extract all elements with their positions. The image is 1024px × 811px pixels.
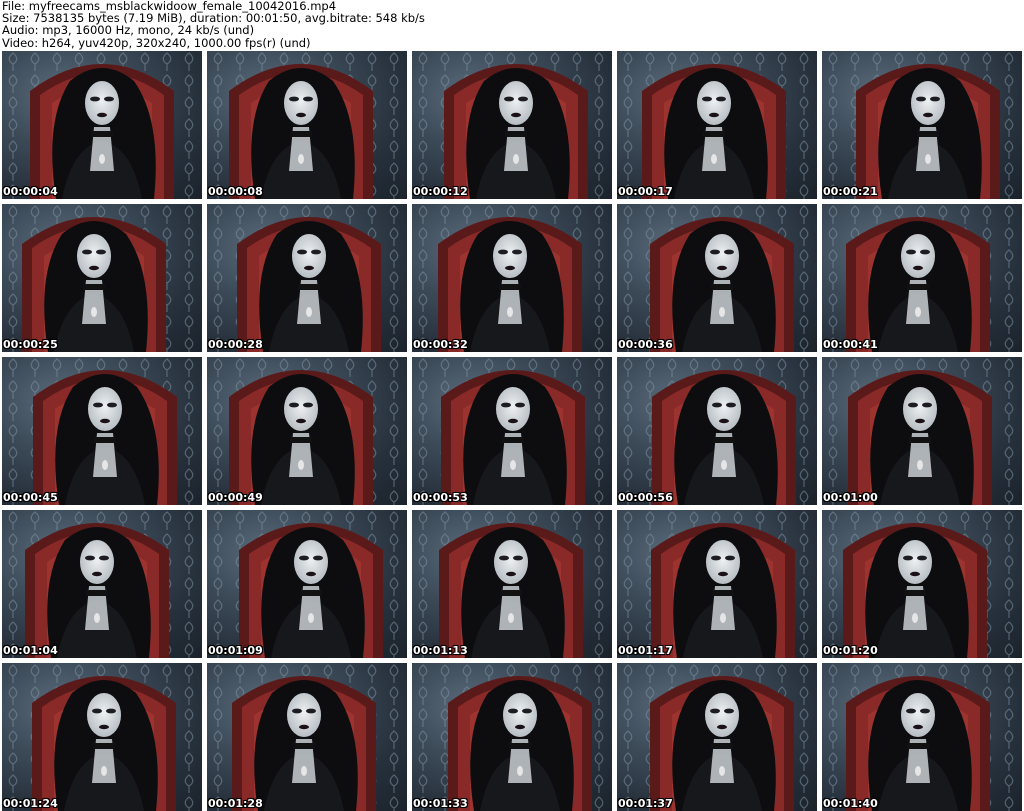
thumbnail-timestamp: 00:01:33 bbox=[413, 797, 468, 810]
thumbnail-frame-image bbox=[822, 51, 1022, 199]
video-thumbnail: 00:01:24 bbox=[2, 663, 202, 811]
video-thumbnail: 00:01:33 bbox=[412, 663, 612, 811]
thumbnail-timestamp: 00:01:13 bbox=[413, 644, 468, 657]
thumbnail-frame-image bbox=[207, 510, 407, 658]
thumbnail-timestamp: 00:00:21 bbox=[823, 185, 878, 198]
thumbnail-timestamp: 00:01:09 bbox=[208, 644, 263, 657]
thumbnail-timestamp: 00:01:20 bbox=[823, 644, 878, 657]
thumbnail-timestamp: 00:01:24 bbox=[3, 797, 58, 810]
thumbnail-frame-image bbox=[822, 663, 1022, 811]
video-thumbnail: 00:01:17 bbox=[617, 510, 817, 658]
thumbnail-timestamp: 00:00:45 bbox=[3, 491, 58, 504]
thumbnail-grid: 00:00:04 00:00:08 00:00:12 00:00:17 00:00:21… bbox=[2, 51, 1022, 811]
thumbnail-frame-image bbox=[412, 204, 612, 352]
video-thumbnail: 00:00:04 bbox=[2, 51, 202, 199]
thumbnail-frame-image bbox=[412, 663, 612, 811]
video-info-line: Video: h264, yuv420p, 320x240, 1000.00 f… bbox=[2, 35, 311, 50]
thumbnail-frame-image bbox=[2, 357, 202, 505]
video-thumbnail: 00:00:17 bbox=[617, 51, 817, 199]
video-thumbnail: 00:01:09 bbox=[207, 510, 407, 658]
thumbnail-frame-image bbox=[822, 510, 1022, 658]
audio-info-line: Audio: mp3, 16000 Hz, mono, 24 kb/s (und… bbox=[2, 23, 255, 38]
video-thumbnail: 00:00:53 bbox=[412, 357, 612, 505]
video-thumbnail: 00:00:28 bbox=[207, 204, 407, 352]
thumbnail-timestamp: 00:00:41 bbox=[823, 338, 878, 351]
thumbnail-timestamp: 00:00:36 bbox=[618, 338, 673, 351]
video-thumbnail: 00:01:00 bbox=[822, 357, 1022, 505]
thumbnail-frame-image bbox=[617, 663, 817, 811]
video-thumbnail: 00:00:36 bbox=[617, 204, 817, 352]
thumbnail-timestamp: 00:01:04 bbox=[3, 644, 58, 657]
thumbnail-frame-image bbox=[617, 51, 817, 199]
video-thumbnail: 00:00:08 bbox=[207, 51, 407, 199]
thumbnail-timestamp: 00:00:12 bbox=[413, 185, 468, 198]
thumbnail-timestamp: 00:00:08 bbox=[208, 185, 263, 198]
thumbnail-timestamp: 00:00:53 bbox=[413, 491, 468, 504]
thumbnail-frame-image bbox=[2, 204, 202, 352]
video-thumbnail: 00:00:21 bbox=[822, 51, 1022, 199]
thumbnail-timestamp: 00:01:17 bbox=[618, 644, 673, 657]
video-thumbnail: 00:00:12 bbox=[412, 51, 612, 199]
thumbnail-timestamp: 00:00:25 bbox=[3, 338, 58, 351]
thumbnail-frame-image bbox=[2, 663, 202, 811]
video-thumbnail: 00:00:45 bbox=[2, 357, 202, 505]
thumbnail-timestamp: 00:00:32 bbox=[413, 338, 468, 351]
video-thumbnail: 00:01:13 bbox=[412, 510, 612, 658]
thumbnail-timestamp: 00:01:00 bbox=[823, 491, 878, 504]
file-info-header: File: myfreecams_msblackwidoow_female_10… bbox=[2, 0, 1022, 49]
thumbnail-frame-image bbox=[207, 357, 407, 505]
thumbnail-timestamp: 00:01:40 bbox=[823, 797, 878, 810]
thumbnail-timestamp: 00:00:17 bbox=[618, 185, 673, 198]
video-thumbnail: 00:01:28 bbox=[207, 663, 407, 811]
thumbnail-frame-image bbox=[617, 510, 817, 658]
video-thumbnail: 00:00:56 bbox=[617, 357, 817, 505]
video-thumbnail: 00:01:40 bbox=[822, 663, 1022, 811]
thumbnail-frame-image bbox=[207, 663, 407, 811]
thumbnail-frame-image bbox=[412, 357, 612, 505]
thumbnail-frame-image bbox=[822, 357, 1022, 505]
thumbnail-frame-image bbox=[2, 51, 202, 199]
video-thumbnail: 00:00:49 bbox=[207, 357, 407, 505]
thumbnail-timestamp: 00:01:37 bbox=[618, 797, 673, 810]
thumbnail-timestamp: 00:00:28 bbox=[208, 338, 263, 351]
thumbnail-frame-image bbox=[412, 51, 612, 199]
thumbnail-timestamp: 00:00:49 bbox=[208, 491, 263, 504]
video-thumbnail: 00:01:20 bbox=[822, 510, 1022, 658]
video-thumbnail: 00:00:41 bbox=[822, 204, 1022, 352]
thumbnail-frame-image bbox=[412, 510, 612, 658]
video-thumbnail: 00:00:32 bbox=[412, 204, 612, 352]
thumbnail-frame-image bbox=[2, 510, 202, 658]
thumbnail-frame-image bbox=[207, 51, 407, 199]
thumbnail-timestamp: 00:01:28 bbox=[208, 797, 263, 810]
thumbnail-frame-image bbox=[617, 357, 817, 505]
video-thumbnail: 00:00:25 bbox=[2, 204, 202, 352]
video-thumbnail: 00:01:04 bbox=[2, 510, 202, 658]
thumbnail-timestamp: 00:00:56 bbox=[618, 491, 673, 504]
video-thumbnail: 00:01:37 bbox=[617, 663, 817, 811]
thumbnail-timestamp: 00:00:04 bbox=[3, 185, 58, 198]
thumbnail-frame-image bbox=[207, 204, 407, 352]
thumbnail-frame-image bbox=[822, 204, 1022, 352]
thumbnail-frame-image bbox=[617, 204, 817, 352]
